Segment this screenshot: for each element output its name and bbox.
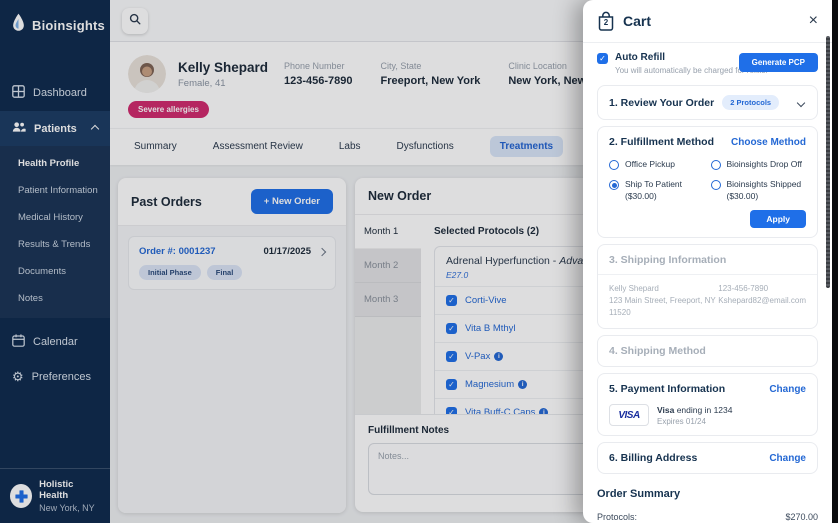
cart-title: Cart bbox=[623, 13, 652, 29]
order-summary-title: Order Summary bbox=[597, 488, 681, 500]
section-title: 3. Shipping Information bbox=[609, 254, 727, 266]
choose-method-link[interactable]: Choose Method bbox=[731, 137, 806, 148]
radio-bioinsights-shipped[interactable]: Bioinsights Shipped ($30.00) bbox=[710, 179, 807, 201]
auto-refill-row: Auto Refill You will automatically be ch… bbox=[583, 43, 832, 83]
section-billing-address: 6. Billing Address Change bbox=[597, 442, 818, 474]
protocols-count-badge: 2 Protocols bbox=[722, 95, 780, 110]
radio-selected-icon[interactable] bbox=[609, 180, 619, 190]
app-screen: Bioinsights Dashboard Patients Health Pr… bbox=[0, 0, 838, 523]
card-expiry: Expires 01/24 bbox=[657, 416, 706, 426]
option-price: ($30.00) bbox=[625, 191, 657, 201]
generate-pcp-button[interactable]: Generate PCP bbox=[738, 53, 818, 72]
section-shipping-method: 4. Shipping Method bbox=[597, 335, 818, 367]
section-shipping-information: 3. Shipping Information Kelly Shepard 12… bbox=[597, 244, 818, 329]
cart-count: 2 bbox=[603, 18, 609, 27]
section-payment-information: 5. Payment Information Change VISA Visa … bbox=[597, 373, 818, 436]
shipping-address: 123 Main Street, Freeport, NY 11520 bbox=[609, 296, 716, 317]
change-payment-link[interactable]: Change bbox=[769, 384, 806, 395]
shipping-name: Kelly Shepard bbox=[609, 284, 659, 293]
auto-refill-checkbox[interactable] bbox=[597, 53, 608, 64]
radio-office-pickup[interactable]: Office Pickup bbox=[609, 159, 705, 170]
cart-bag-icon: 2 bbox=[597, 11, 615, 31]
section-title: 2. Fulfillment Method bbox=[609, 136, 714, 148]
visa-logo: VISA bbox=[609, 404, 649, 426]
section-title: 1. Review Your Order bbox=[609, 96, 715, 109]
chevron-down-icon[interactable] bbox=[796, 98, 806, 107]
change-billing-link[interactable]: Change bbox=[769, 453, 806, 464]
radio-ship-to-patient[interactable]: Ship To Patient ($30.00) bbox=[609, 179, 705, 201]
radio-icon[interactable] bbox=[710, 180, 721, 190]
section-fulfillment-method: 2. Fulfillment Method Choose Method Offi… bbox=[597, 126, 818, 238]
shipping-phone: 123-456-7890 bbox=[718, 284, 769, 293]
shipping-email: Kshepard82@email.com bbox=[718, 296, 806, 305]
card-ending: ending in 1234 bbox=[674, 404, 733, 415]
apply-button[interactable]: Apply bbox=[750, 210, 806, 228]
radio-icon[interactable] bbox=[609, 160, 619, 170]
window-edge-strip bbox=[832, 0, 838, 523]
radio-drop-off[interactable]: Bioinsights Drop Off bbox=[710, 159, 807, 170]
section-review-order[interactable]: 1. Review Your Order 2 Protocols bbox=[597, 85, 818, 120]
close-icon[interactable]: × bbox=[809, 13, 818, 29]
radio-icon[interactable] bbox=[710, 160, 721, 170]
summary-row-protocols: Protocols: $270.00 bbox=[597, 512, 818, 522]
section-title: 6. Billing Address bbox=[609, 452, 698, 464]
drawer-scrollbar[interactable] bbox=[826, 36, 830, 288]
section-title: 4. Shipping Method bbox=[609, 345, 706, 357]
cart-drawer: 2 Cart × Auto Refill You will automatica… bbox=[583, 0, 832, 523]
option-price: ($30.00) bbox=[726, 191, 759, 201]
section-title: 5. Payment Information bbox=[609, 383, 726, 395]
order-summary: Order Summary Protocols: $270.00 Shippin… bbox=[583, 480, 832, 523]
card-brand: Visa bbox=[657, 404, 675, 415]
